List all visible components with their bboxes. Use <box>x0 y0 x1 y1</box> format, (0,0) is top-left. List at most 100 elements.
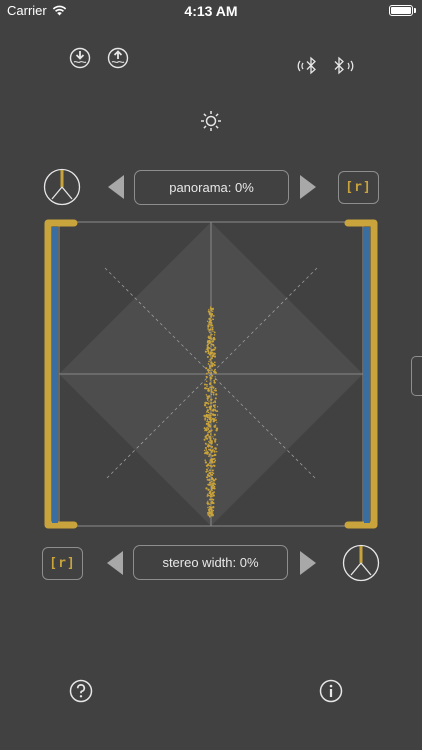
scope-sample-dot <box>212 343 215 346</box>
scope-sample-dot <box>214 352 216 355</box>
scope-sample-dot <box>213 364 216 367</box>
scope-sample-dot <box>205 406 208 409</box>
scope-sample-dot <box>211 418 214 420</box>
scope-sample-dot <box>211 493 214 495</box>
scope-sample-dot <box>210 510 213 513</box>
scope-sample-dot <box>212 337 215 340</box>
scope-sample-dot <box>211 429 213 431</box>
scope-sample-dot <box>210 345 212 347</box>
scope-sample-dot <box>205 442 207 445</box>
scope-sample-dot <box>210 492 212 494</box>
scope-sample-dot <box>209 348 211 350</box>
scope-sample-dot <box>208 430 211 433</box>
bluetooth-left-icon <box>297 56 316 75</box>
brightness-button[interactable] <box>200 110 222 132</box>
scope-sample-dot <box>209 358 212 361</box>
scope-sample-dot <box>212 330 214 333</box>
scope-sample-dot <box>208 400 210 402</box>
scope-sample-dot <box>216 414 219 416</box>
triangle-right-icon <box>300 175 316 199</box>
scope-sample-dot <box>214 346 217 349</box>
scope-sample-dot <box>210 393 213 396</box>
scope-sample-dot <box>207 445 210 447</box>
scope-sample-dot <box>207 336 210 338</box>
scope-sample-dot <box>209 364 211 366</box>
info-button[interactable] <box>319 679 343 703</box>
scope-sample-dot <box>213 414 216 417</box>
bluetooth-right-button[interactable] <box>332 55 356 77</box>
scope-sample-dot <box>210 458 214 461</box>
scope-sample-dot <box>207 389 210 392</box>
scope-sample-dot <box>208 478 211 482</box>
scope-sample-dot <box>208 351 210 353</box>
stereo-width-label: stereo width: 0% <box>133 545 288 580</box>
stereo-width-increase-button[interactable] <box>296 549 318 577</box>
scope-sample-dot <box>210 371 213 375</box>
scope-sample-dot <box>207 506 209 509</box>
scope-sample-dot <box>215 419 217 422</box>
scope-sample-dot <box>204 418 206 421</box>
triangle-left-icon <box>107 551 123 575</box>
clock: 4:13 AM <box>184 3 238 19</box>
scope-sample-dot <box>212 362 214 365</box>
scope-sample-dot <box>207 363 210 365</box>
stereo-width-knob[interactable] <box>342 544 380 582</box>
scope-sample-dot <box>203 438 206 441</box>
scope-sample-dot <box>210 324 213 327</box>
scope-sample-dot <box>209 421 212 424</box>
scope-sample-dot <box>212 393 215 396</box>
scope-sample-dot <box>215 371 217 374</box>
scope-sample-dot <box>205 394 208 396</box>
scope-sample-dot <box>210 314 213 316</box>
left-level-meter <box>52 227 58 523</box>
scope-sample-dot <box>209 445 212 447</box>
scope-sample-dot <box>208 365 211 368</box>
right-level-meter <box>364 227 370 523</box>
upload-preset-button[interactable] <box>107 47 129 69</box>
scope-sample-dot <box>205 487 208 490</box>
scope-sample-dot <box>213 331 216 334</box>
scope-sample-dot <box>212 354 215 357</box>
scope-sample-dot <box>212 391 215 394</box>
side-panel-tab[interactable] <box>411 356 422 396</box>
scope-sample-dot <box>207 500 209 503</box>
scope-sample-dot <box>212 409 215 412</box>
scope-sample-dot <box>211 478 214 481</box>
scope-sample-dot <box>206 345 209 349</box>
panorama-reset-button[interactable]: [r] <box>338 171 379 204</box>
scope-sample-dot <box>205 451 208 454</box>
scope-sample-dot <box>211 454 214 457</box>
scope-sample-dot <box>211 369 213 371</box>
scope-sample-dot <box>208 515 211 518</box>
scope-sample-dot <box>210 441 213 444</box>
scope-sample-dot <box>210 451 213 453</box>
scope-sample-dot <box>208 462 211 464</box>
scope-sample-dot <box>212 308 214 311</box>
panorama-increase-button[interactable] <box>296 173 318 201</box>
scope-sample-dot <box>214 368 217 371</box>
scope-sample-dot <box>207 467 209 469</box>
scope-sample-dot <box>209 402 211 404</box>
scope-sample-dot <box>210 388 213 391</box>
stereo-width-reset-button[interactable]: [r] <box>42 547 83 580</box>
scope-sample-dot <box>214 417 217 419</box>
scope-sample-dot <box>208 498 212 501</box>
scope-sample-dot <box>207 502 210 504</box>
scope-sample-dot <box>206 402 209 404</box>
scope-sample-dot <box>208 417 211 421</box>
stereo-width-decrease-button[interactable] <box>105 549 127 577</box>
scope-sample-dot <box>208 308 210 311</box>
scope-sample-dot <box>213 491 216 493</box>
help-button[interactable] <box>69 679 93 703</box>
scope-sample-dot <box>211 333 213 336</box>
download-preset-button[interactable] <box>69 47 91 69</box>
scope-sample-dot <box>204 459 206 461</box>
scope-sample-dot <box>212 438 215 440</box>
panorama-knob[interactable] <box>43 168 81 206</box>
panorama-decrease-button[interactable] <box>106 173 128 201</box>
scope-sample-dot <box>213 404 215 406</box>
scope-sample-dot <box>212 436 214 438</box>
bluetooth-left-button[interactable] <box>296 55 320 77</box>
scope-sample-dot <box>211 469 214 472</box>
scope-sample-dot <box>213 355 217 358</box>
